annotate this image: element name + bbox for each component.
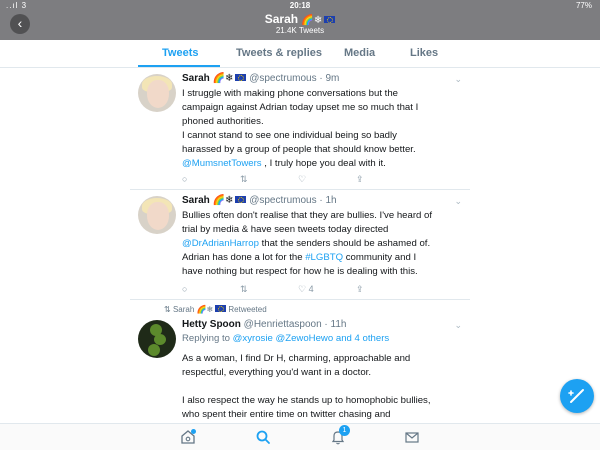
chevron-down-icon[interactable]: ⌄: [454, 74, 462, 85]
eu-flag-icon: [235, 196, 247, 203]
author-emoji: 🌈❄: [212, 73, 234, 84]
tweet-header: Hetty Spoon @Henriettaspoon · 11h: [182, 319, 346, 330]
tab-likes[interactable]: Likes: [410, 47, 438, 59]
avatar[interactable]: [138, 196, 176, 234]
eu-flag-icon: [215, 305, 227, 312]
profile-header: ..ıl 3 20:18 77% ‹ Sarah 🌈❄ 21.4K Tweets: [0, 0, 600, 40]
mention-link[interactable]: @DrAdrianHarrop: [182, 238, 259, 249]
author-name[interactable]: Hetty Spoon: [182, 319, 241, 330]
tweet-text: I struggle with making phone conversatio…: [182, 88, 419, 169]
tweet-count: 21.4K Tweets: [275, 26, 325, 35]
reply-icon[interactable]: ○: [182, 174, 187, 184]
tweet-text: Bullies often don't realise that they ar…: [182, 210, 433, 277]
retweet-small-icon: ⇅: [164, 305, 171, 314]
status-time: 20:18: [289, 1, 311, 10]
tab-tweets-replies[interactable]: Tweets & replies: [236, 47, 322, 59]
chevron-down-icon[interactable]: ⌄: [454, 320, 462, 331]
timeline: Sarah 🌈❄ @spectrumous · 9m ⌄ I struggle …: [130, 68, 470, 423]
replying-to-link[interactable]: @xyrosie @ZewoHewo and 4 others: [233, 333, 390, 344]
home-icon[interactable]: [180, 429, 196, 445]
tweet-header: Sarah 🌈❄ @spectrumous · 1h: [182, 195, 337, 206]
profile-emoji: 🌈❄: [301, 15, 323, 26]
compose-tweet-icon: [568, 389, 584, 403]
chevron-down-icon[interactable]: ⌄: [454, 196, 462, 207]
like-icon[interactable]: ♡: [298, 174, 306, 185]
tweet[interactable]: ⇅ Sarah 🌈❄ Retweeted Hetty Spoon @Henrie…: [130, 300, 470, 423]
mention-link[interactable]: @MumsnetTowers: [182, 158, 262, 169]
tab-tweets[interactable]: Tweets: [162, 47, 198, 59]
like-count: 4: [308, 284, 314, 294]
replying-to: Replying to @xyrosie @ZewoHewo and 4 oth…: [182, 333, 390, 344]
home-new-dot: [191, 429, 196, 434]
tab-media[interactable]: Media: [344, 47, 375, 59]
author-name[interactable]: Sarah: [182, 195, 210, 206]
like-icon[interactable]: ♡ 4: [298, 284, 314, 295]
notification-badge: 1: [339, 425, 350, 436]
retweet-icon[interactable]: ⇅: [240, 284, 248, 295]
search-icon[interactable]: [255, 429, 271, 445]
notifications-icon[interactable]: 1: [330, 425, 350, 445]
tweet-actions: ○ ⇅ ♡ 4 ⇪: [182, 284, 412, 296]
battery-level: 77%: [575, 1, 592, 10]
profile-name: Sarah 🌈❄: [0, 12, 600, 26]
share-icon[interactable]: ⇪: [356, 284, 364, 295]
avatar[interactable]: [138, 320, 176, 358]
eu-flag-icon: [235, 74, 247, 81]
author-handle: @spectrumous · 1h: [249, 195, 337, 206]
profile-name-text: Sarah: [264, 12, 299, 26]
tweet-actions: ○ ⇅ ♡ ⇪: [182, 174, 412, 186]
profile-tabs: Tweets Tweets & replies Media Likes: [0, 40, 600, 68]
tweet-header: Sarah 🌈❄ @spectrumous · 9m: [182, 73, 339, 84]
eu-flag-icon: [324, 16, 336, 23]
status-bar: ..ıl 3 20:18 77%: [0, 0, 600, 12]
avatar[interactable]: [138, 74, 176, 112]
tweet-text: As a woman, I find Dr H, charming, appro…: [182, 353, 431, 420]
hashtag-link[interactable]: #LGBTQ: [305, 252, 343, 263]
tweet[interactable]: Sarah 🌈❄ @spectrumous · 1h ⌄ Bullies oft…: [130, 190, 470, 300]
retweeted-by: ⇅ Sarah 🌈❄ Retweeted: [164, 305, 267, 314]
retweet-icon[interactable]: ⇅: [240, 174, 248, 185]
tweet[interactable]: Sarah 🌈❄ @spectrumous · 9m ⌄ I struggle …: [130, 68, 470, 190]
share-icon[interactable]: ⇪: [356, 174, 364, 185]
author-name[interactable]: Sarah: [182, 73, 210, 84]
bottom-nav: 1: [0, 423, 600, 450]
author-emoji: 🌈❄: [212, 195, 234, 206]
reply-icon[interactable]: ○: [182, 284, 187, 294]
author-handle: @spectrumous · 9m: [249, 73, 340, 84]
author-handle: @Henriettaspoon · 11h: [243, 319, 347, 330]
compose-tweet-button[interactable]: [560, 379, 594, 413]
active-tab-indicator: [138, 65, 220, 67]
messages-icon[interactable]: [404, 429, 420, 445]
